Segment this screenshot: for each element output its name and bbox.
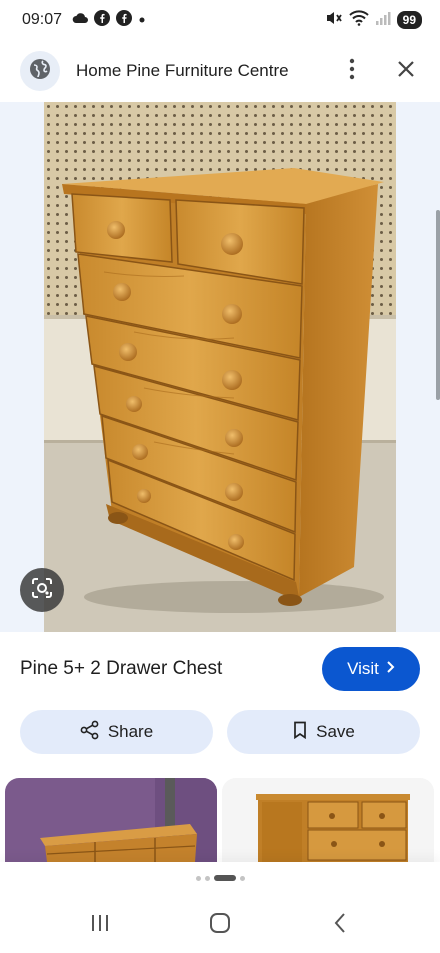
facebook-icon [116,9,133,31]
site-name[interactable]: Home Pine Furniture Centre [76,61,338,81]
visit-button[interactable]: Visit [322,647,420,691]
back-icon [333,912,347,939]
home-icon [209,912,231,939]
related-image[interactable] [5,778,217,862]
recents-button[interactable] [75,906,125,946]
close-icon [397,60,415,83]
google-lens-button[interactable] [20,568,64,612]
status-time: 09:07 [22,11,63,28]
battery-indicator: 99 [396,11,422,29]
facebook-icon [94,9,111,31]
chevron-right-icon [385,659,395,679]
carousel-dots [0,872,440,884]
back-button[interactable] [315,906,365,946]
related-image[interactable] [222,778,434,862]
more-options-button[interactable] [338,51,366,91]
wifi-icon [348,9,369,31]
bookmark-icon [292,721,308,744]
mute-icon [325,10,343,31]
system-nav-bar [0,898,440,953]
title-row: Pine 5+ 2 Drawer Chest Visit [0,632,440,706]
carousel-dot [204,875,210,881]
carousel-dot-active [213,875,236,881]
visit-label: Visit [347,659,379,678]
image-viewer[interactable] [0,102,440,632]
action-row: Share Save [0,710,440,756]
signal-icon [375,11,391,30]
recents-icon [89,913,111,938]
share-button[interactable]: Share [20,710,213,754]
dot-icon [138,11,146,29]
site-favicon [20,51,60,91]
lens-icon [31,577,53,604]
cloud-icon [72,11,89,29]
close-button[interactable] [392,51,420,91]
share-label: Share [107,722,154,741]
carousel-dot [239,875,245,881]
header: Home Pine Furniture Centre [0,40,440,102]
share-icon [80,720,100,745]
scroll-indicator [436,210,440,400]
globe-icon [29,58,51,85]
carousel-dot [195,875,201,881]
save-button[interactable]: Save [227,710,420,754]
save-label: Save [316,722,355,741]
more-vert-icon [349,58,355,85]
status-bar: 09:07 99 [0,0,440,40]
related-images [0,778,440,862]
home-button[interactable] [195,906,245,946]
product-image[interactable] [44,102,396,632]
product-title: Pine 5+ 2 Drawer Chest [20,658,223,679]
